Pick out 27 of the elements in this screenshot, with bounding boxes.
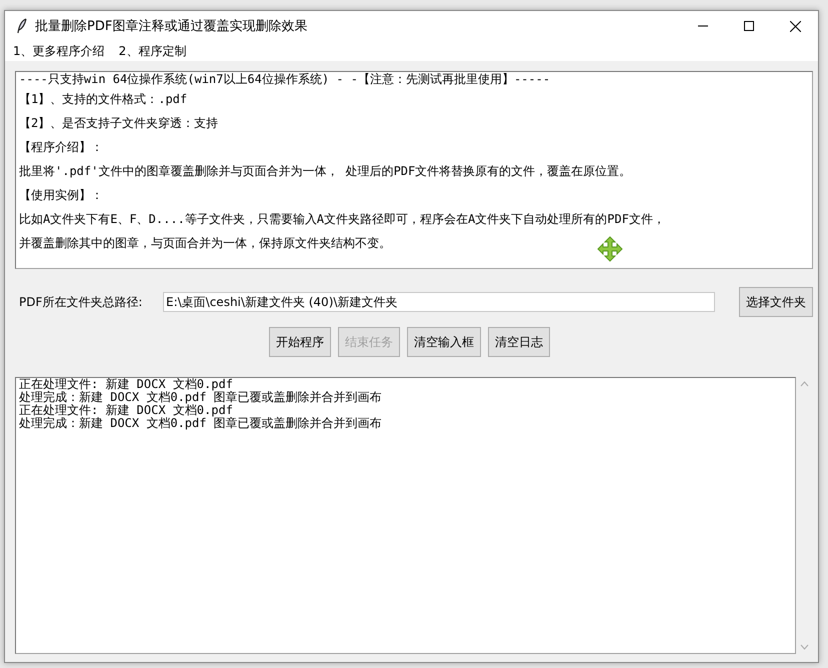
path-input[interactable]: E:\桌面\ceshi\新建文件夹 (40)\新建文件夹 (163, 292, 715, 312)
maximize-icon (744, 21, 754, 31)
action-button[interactable]: 清空日志 (488, 327, 550, 357)
intro-line: ----只支持win 64位操作系统(win7以上64位操作系统) - -【注意：先测试再批里使用】----- (19, 72, 550, 88)
intro-line: 【程序介绍】： (19, 140, 103, 156)
log-line: 正在处理文件: 新建 DOCX 文档0.pdf (19, 378, 234, 391)
log-line: 处理完成：新建 DOCX 文档0.pdf 图章已覆或盖删除并合并到画布 (19, 417, 383, 430)
close-icon (790, 20, 800, 32)
feather-icon (17, 18, 27, 34)
intro-line: 比如A文件夹下有E、F、D....等子文件夹，只需要输入A文件夹路径即可，程序会在A文件夹下自动处理所有的PDF文件， (19, 212, 665, 228)
window-title: 批量删除PDF图章注释或通过覆盖实现删除效果 (35, 18, 308, 35)
scroll-up-icon[interactable] (800, 381, 809, 387)
intro-line: 【1】、支持的文件格式：.pdf (19, 92, 188, 108)
log-line: 处理完成：新建 DOCX 文档0.pdf 图章已覆或盖删除并合并到画布 (19, 391, 383, 404)
menu-item[interactable]: 1、更多程序介绍 (13, 42, 105, 60)
action-button[interactable]: 清空输入框 (407, 327, 481, 357)
intro-line: 【2】、是否支持子文件夹穿透：支持 (19, 116, 218, 132)
menu-item[interactable]: 2、程序定制 (118, 42, 186, 60)
log-line: 正在处理文件: 新建 DOCX 文档0.pdf (19, 404, 234, 417)
intro-line: 【使用实例】： (19, 188, 103, 204)
intro-line: 并覆盖删除其中的图章，与页面合并为一体，保持原文件夹结构不变。 (19, 236, 391, 252)
action-button[interactable]: 开始程序 (269, 327, 331, 357)
path-label: PDF所在文件夹总路径: (19, 294, 144, 310)
choose-folder-button[interactable]: 选择文件夹 (739, 287, 813, 317)
scroll-down-icon[interactable] (800, 644, 809, 650)
move-cursor-icon (597, 236, 623, 262)
intro-line: 批里将'.pdf'文件中的图章覆盖删除并与页面合并为一体， 处理后的PDF文件将替换原有的文件，覆盖在原位置。 (19, 164, 632, 180)
